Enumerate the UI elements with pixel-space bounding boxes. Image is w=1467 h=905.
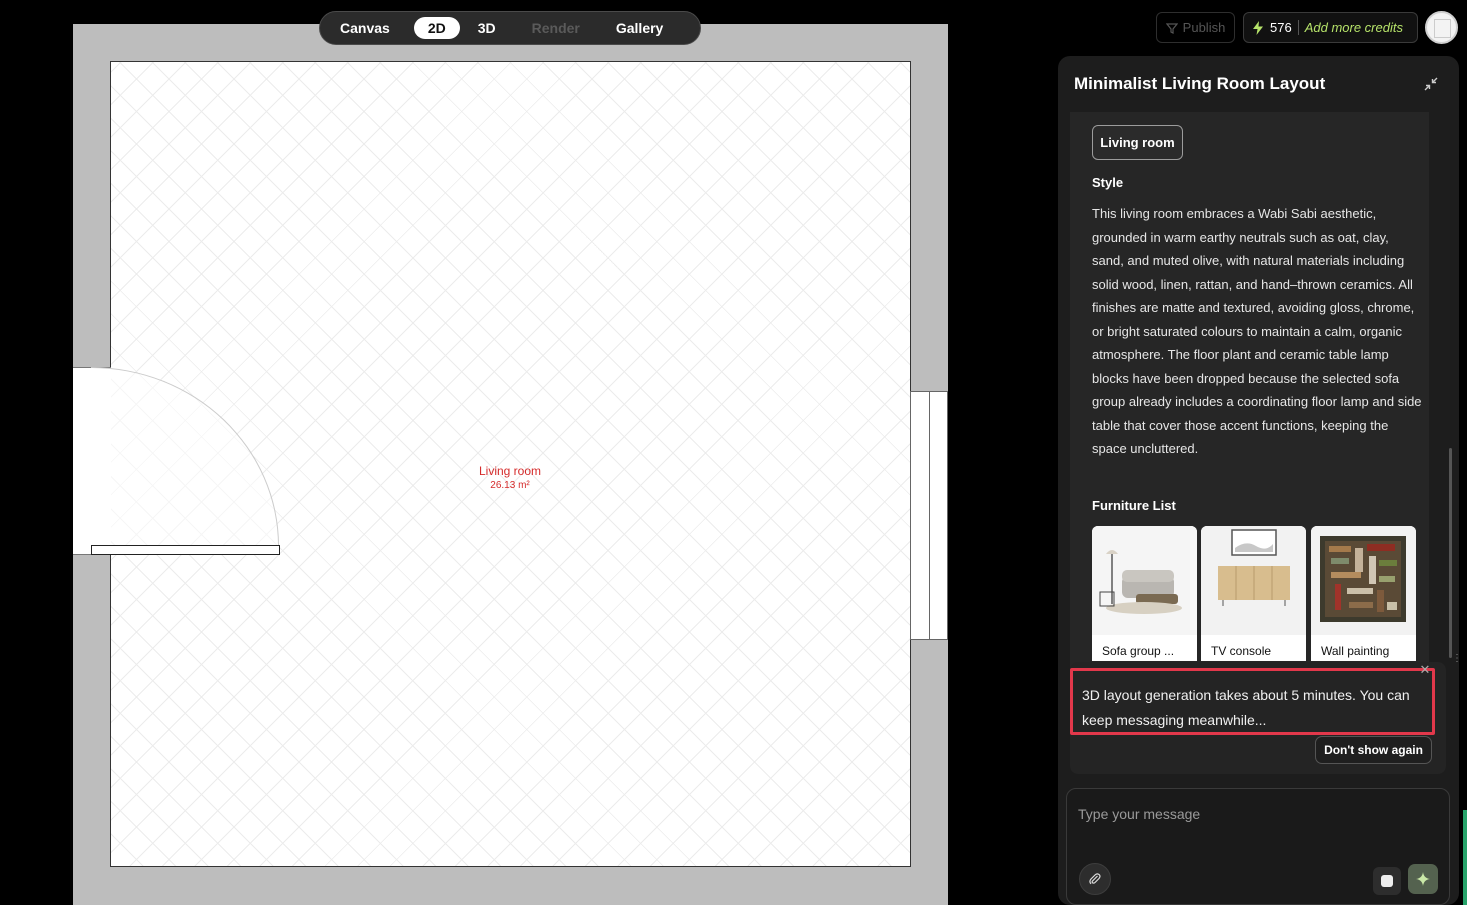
- room-label[interactable]: Living room 26.13 m²: [440, 464, 580, 491]
- credits-widget[interactable]: 576 Add more credits: [1243, 12, 1418, 43]
- furniture-label: TV console: [1211, 644, 1272, 658]
- credits-divider: [1297, 20, 1299, 35]
- stop-icon: [1381, 875, 1393, 887]
- credits-count: 576: [1270, 20, 1292, 35]
- furniture-card-tv-console[interactable]: TV console: [1201, 526, 1306, 661]
- add-credits-link[interactable]: Add more credits: [1305, 20, 1403, 35]
- furniture-list-heading: Furniture List: [1092, 498, 1176, 513]
- publish-button[interactable]: Publish: [1156, 12, 1235, 43]
- user-avatar[interactable]: [1425, 11, 1458, 44]
- room-chip[interactable]: Living room: [1092, 125, 1183, 160]
- tv-console-image: [1201, 526, 1306, 635]
- style-description: This living room embraces a Wabi Sabi ae…: [1092, 206, 1422, 456]
- sparkle-icon: [1416, 872, 1430, 886]
- room-area: 26.13 m²: [490, 480, 530, 491]
- generation-notice: 3D layout generation takes about 5 minut…: [1070, 668, 1435, 735]
- collapse-icon[interactable]: [1423, 76, 1439, 92]
- tab-canvas[interactable]: Canvas: [326, 16, 404, 40]
- close-icon[interactable]: ✕: [1418, 663, 1432, 677]
- edge-accent: [1463, 810, 1467, 905]
- message-input[interactable]: [1078, 802, 1418, 826]
- wall-painting-image: [1311, 526, 1416, 635]
- tab-gallery[interactable]: Gallery: [602, 16, 677, 40]
- resize-grip-icon[interactable]: ⋮: [1452, 654, 1459, 664]
- chat-panel: Minimalist Living Room Layout Living roo…: [1058, 56, 1459, 905]
- tab-3d[interactable]: 3D: [464, 16, 510, 40]
- furniture-label: Sofa group ...: [1102, 644, 1175, 658]
- furniture-card-sofa-group[interactable]: Sofa group ...: [1092, 526, 1197, 661]
- room-name: Living room: [478, 464, 542, 478]
- publish-icon: [1165, 22, 1178, 34]
- panel-scrollbar[interactable]: [1449, 448, 1452, 658]
- sofa-group-image: [1092, 526, 1197, 635]
- publish-label: Publish: [1182, 20, 1226, 35]
- dont-show-again-button[interactable]: Don't show again: [1315, 736, 1432, 764]
- paperclip-icon: [1089, 873, 1101, 885]
- furniture-card-wall-painting[interactable]: Wall painting: [1311, 526, 1416, 661]
- tab-render[interactable]: Render: [518, 16, 594, 40]
- attach-button[interactable]: [1079, 863, 1111, 895]
- furniture-label: Wall painting: [1321, 644, 1390, 658]
- view-mode-tabs: Canvas 2D 3D Render Gallery: [319, 11, 701, 45]
- tab-2d[interactable]: 2D: [413, 17, 460, 39]
- door-leaf[interactable]: [91, 545, 280, 555]
- style-heading: Style: [1092, 175, 1124, 190]
- lightning-icon: [1253, 20, 1263, 35]
- send-button[interactable]: [1408, 864, 1438, 894]
- window-pane-line: [929, 391, 930, 640]
- design-brief-card: Living room Style This living room embra…: [1070, 112, 1429, 712]
- stop-button[interactable]: [1373, 867, 1401, 895]
- panel-title: Minimalist Living Room Layout: [1074, 74, 1326, 93]
